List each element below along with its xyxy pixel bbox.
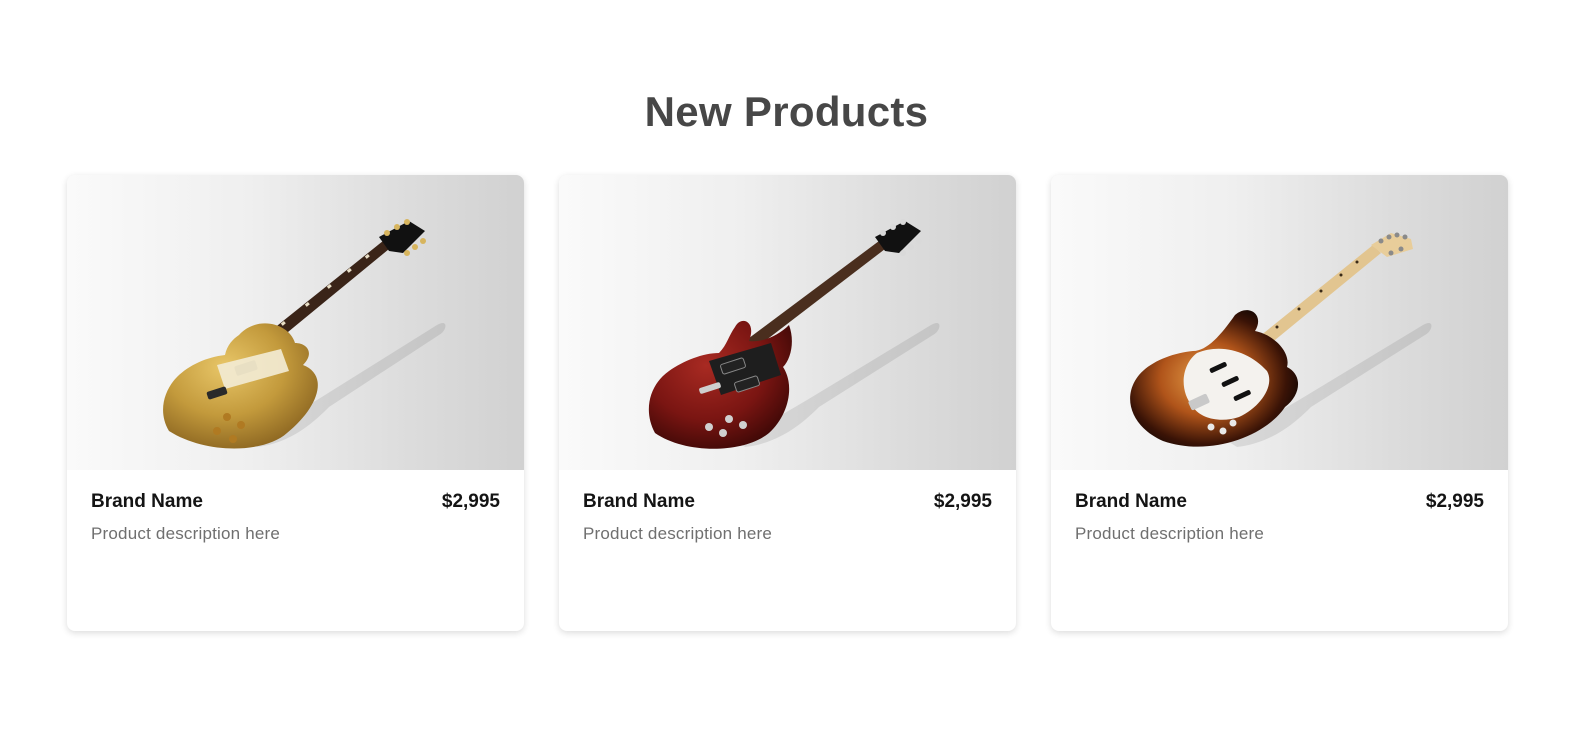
product-description: Product description here [1075,524,1265,543]
red-sg-guitar-image [648,219,940,449]
new-products-section: New Products Brand Name $2,995 Product d… [0,0,1573,753]
product-info: Brand Name $2,995 Product description he… [1075,491,1484,544]
product-card[interactable]: Brand Name $2,995 Product description he… [559,175,1016,631]
product-brand[interactable]: Brand Name [1075,491,1187,513]
section-title: New Products [644,88,929,135]
product-grid: Brand Name $2,995 Product description he… [67,175,1508,631]
product-info: Brand Name $2,995 Product description he… [91,491,500,544]
product-description: Product description here [583,524,773,543]
product-price: $2,995 [933,491,992,512]
product-image[interactable] [559,175,1016,470]
product-brand[interactable]: Brand Name [583,491,695,513]
gold-les-paul-guitar-image [163,219,446,449]
product-image[interactable] [1051,175,1508,470]
product-card[interactable]: Brand Name $2,995 Product description he… [1051,175,1508,631]
product-card[interactable]: Brand Name $2,995 Product description he… [67,175,524,631]
product-image[interactable] [67,175,524,470]
product-price: $2,995 [1425,491,1484,512]
sunburst-stratocaster-guitar-image [1130,232,1432,447]
product-info: Brand Name $2,995 Product description he… [583,491,992,544]
product-description: Product description here [91,524,281,543]
product-price: $2,995 [441,491,500,512]
product-brand[interactable]: Brand Name [91,491,203,513]
